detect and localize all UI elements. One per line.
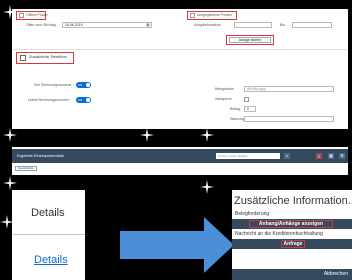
von-rechnungsnummer-switch[interactable]: AN (76, 82, 91, 88)
offene-posten-label: Offene Posten (26, 13, 49, 17)
result-list-subbar: Gesamtliste (12, 163, 348, 175)
search-input[interactable]: Suche in allen Spalten (216, 153, 280, 159)
sparkle-icon (140, 128, 154, 142)
selection-panel: Offene Posten Offen zum Stichtag 18.06.2… (12, 9, 348, 129)
switch-state: AN (78, 83, 83, 87)
settings-icon[interactable]: ⚙ (339, 153, 345, 159)
sparkle-icon (3, 176, 17, 190)
anhang-anzeigen-button[interactable]: Anhang/Anhänge anzeigen (249, 220, 333, 228)
zahlsperre-checkbox[interactable] (244, 97, 249, 102)
switch-state: AN (78, 98, 83, 102)
grid-view-icon[interactable]: ▦ (328, 153, 334, 159)
von-rechnungsnummer-label: Von Rechnungsnummer (34, 83, 72, 87)
info-row-text: Nachricht an die Kreditorenbuchhaltung (235, 231, 323, 237)
waehrung-field[interactable] (244, 116, 334, 122)
stichtag-field[interactable]: 18.06.2015 (62, 22, 152, 28)
sparkle-icon (200, 180, 214, 194)
calendar-icon[interactable]: ▦ (146, 23, 150, 27)
zusaetzliche-selektion-label: Zusätzliche Selektion (29, 54, 67, 59)
info-row-text: Belegforderung (235, 211, 270, 217)
bis-label: Bis (280, 23, 285, 27)
ausgleichsdatum-from-field[interactable] (234, 22, 272, 28)
letzte-rechnungsnummer-label: Letzte Rechnungsnummer (28, 98, 70, 102)
additional-info-title: Zusätzliche Information... (234, 195, 352, 207)
waehrung-label: Währung (230, 117, 245, 121)
letzte-rechnungsnummer-switch[interactable]: AN (76, 97, 91, 103)
details-panel: Details Details (12, 190, 85, 280)
betrag-field[interactable]: 0 (244, 106, 256, 112)
details-link[interactable]: Details (34, 254, 68, 266)
info-row: Anhang/Anhänge anzeigen (232, 219, 352, 229)
ausgeglichene-posten-checkbox[interactable] (190, 13, 195, 18)
details-label: Details (31, 207, 65, 219)
gesamtliste-tag[interactable]: Gesamtliste (15, 166, 37, 171)
offene-posten-checkbox[interactable] (19, 13, 24, 18)
posten-section: Offene Posten Offen zum Stichtag 18.06.2… (12, 9, 348, 50)
info-row: Belegforderung (232, 209, 352, 219)
arrow-right-icon (120, 217, 234, 273)
result-list-header: Ergebnis Einzelpostenliste Suche in alle… (12, 149, 348, 163)
abbrechen-button[interactable]: Abbrechen (324, 271, 348, 277)
result-list-title: Ergebnis Einzelpostenliste (17, 153, 64, 158)
zahlsperre-label: Zahlsperre (215, 97, 232, 101)
betrag-label: Betrag (230, 107, 241, 111)
anlage-starten-button[interactable]: Anlage starten (229, 37, 271, 43)
belegdatum-field[interactable]: Alt MM.yyyy (244, 86, 334, 92)
anfrage-button[interactable]: Anfrage (281, 240, 305, 248)
ausgleichsdatum-to-field[interactable] (292, 22, 332, 28)
zusaetzliche-selektion-toggle[interactable] (20, 55, 26, 61)
info-row: Nachricht an die Kreditorenbuchhaltung (232, 229, 352, 239)
ausgleichsdatum-label: Ausgleichsdatum (194, 23, 221, 27)
sparkle-icon (200, 128, 214, 142)
result-list-panel: Ergebnis Einzelpostenliste Suche in alle… (12, 147, 348, 175)
detail-view-icon[interactable]: ≡ (316, 153, 322, 159)
dialog-footer: Abbrechen (232, 269, 352, 280)
search-icon[interactable]: ⌕ (284, 153, 290, 159)
belegdatum-label: Belegdatum (215, 87, 234, 91)
offen-zum-stichtag-label: Offen zum Stichtag (26, 23, 56, 27)
additional-info-panel: Zusätzliche Information... Belegforderun… (232, 190, 352, 280)
info-row: Anfrage (232, 239, 352, 249)
divider (12, 234, 85, 235)
sparkle-icon (3, 128, 17, 142)
ausgeglichene-posten-label: Ausgeglichene Posten (197, 13, 232, 17)
